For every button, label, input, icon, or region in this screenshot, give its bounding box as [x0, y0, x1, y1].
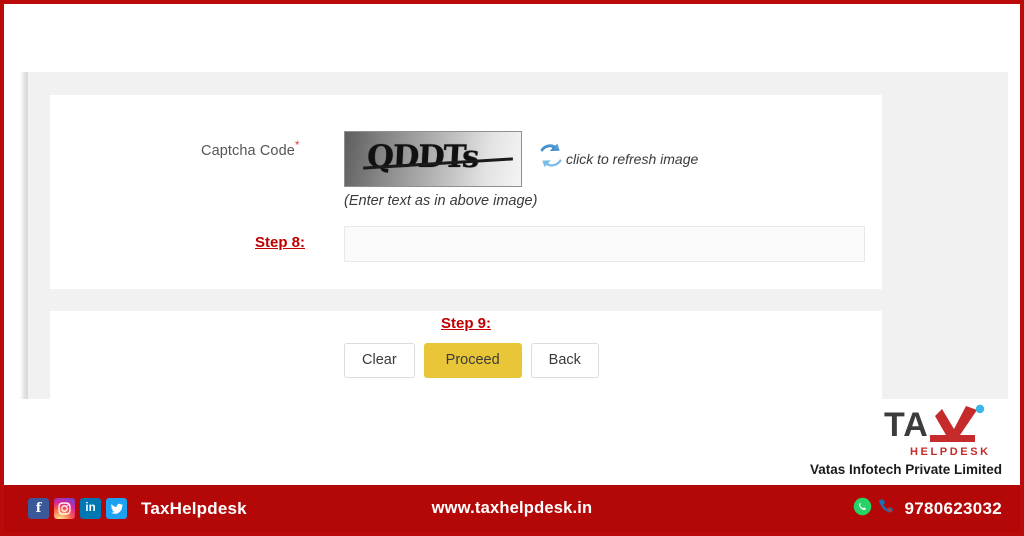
instagram-icon[interactable]	[54, 498, 75, 519]
phone-icon[interactable]	[877, 497, 896, 521]
captcha-hint-text: (Enter text as in above image)	[344, 193, 538, 209]
svg-text:HELPDESK: HELPDESK	[910, 446, 991, 458]
step-9-label: Step 9:	[441, 315, 492, 332]
footer-contact-group: 9780623032	[853, 497, 1002, 521]
captcha-code-label: Captcha Code*	[201, 138, 300, 159]
step-8-label: Step 8:	[255, 234, 306, 251]
required-asterisk: *	[294, 138, 300, 152]
footer-phone-number: 9780623032	[904, 498, 1002, 518]
browser-screenshot: Captcha Code* QDDTs click to refresh ima…	[0, 0, 1024, 536]
page-left-shadow	[20, 72, 28, 399]
whatsapp-icon[interactable]	[853, 497, 872, 521]
refresh-captcha-button[interactable]: click to refresh image	[537, 142, 698, 175]
captcha-image-text: QDDTs	[366, 139, 479, 175]
proceed-button[interactable]: Proceed	[423, 343, 522, 378]
linkedin-icon[interactable]: in	[80, 498, 101, 519]
form-button-row: Clear Proceed Back	[344, 343, 599, 378]
taxhelpdesk-logo: TA HELPDESK	[772, 402, 1012, 460]
twitter-icon[interactable]	[106, 498, 127, 519]
brand-logo-block: TA HELPDESK Vatas Infotech Private Limit…	[772, 402, 1012, 477]
svg-text:TA: TA	[884, 406, 929, 444]
captcha-image: QDDTs	[344, 131, 522, 187]
site-footer: f in TaxHelpdesk www.taxhelpdesk.in 9780…	[4, 485, 1020, 532]
refresh-icon[interactable]	[537, 142, 565, 175]
company-name: Vatas Infotech Private Limited	[809, 462, 1002, 477]
refresh-captcha-text[interactable]: click to refresh image	[566, 151, 698, 167]
clear-button[interactable]: Clear	[344, 343, 415, 378]
captcha-code-label-text: Captcha Code	[201, 142, 295, 159]
footer-brand-name: TaxHelpdesk	[141, 498, 247, 518]
back-button[interactable]: Back	[530, 343, 599, 378]
footer-social-group: f in TaxHelpdesk	[28, 498, 247, 519]
facebook-icon[interactable]: f	[28, 498, 49, 519]
captcha-input[interactable]	[344, 226, 865, 262]
